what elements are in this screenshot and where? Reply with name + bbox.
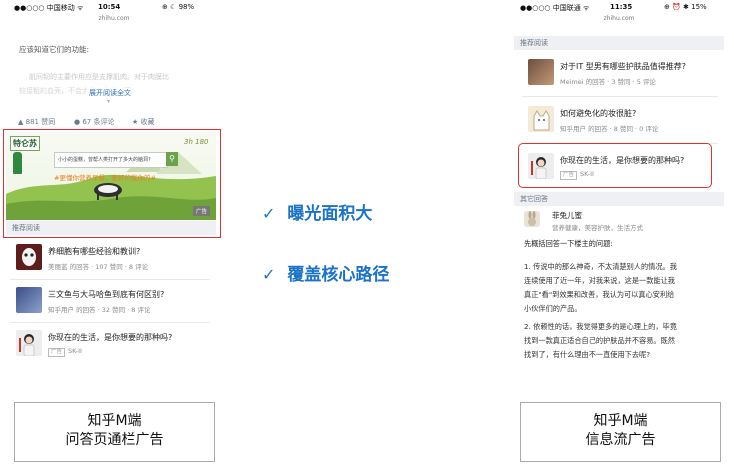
article-lead: 应该知道它们的功能: [19, 45, 90, 54]
answer-body: 1. 传说中的那么神奇，不太清楚别人的情况。我 连续使用了近一年，对我来说，这是… [524, 260, 677, 362]
fish-thumbnail [16, 287, 42, 313]
feed-item-title: 三文鱼与大马哈鱼到底有何区别? [48, 290, 165, 299]
ad-label: 广告 [48, 348, 66, 357]
url-bar[interactable]: zhihu.com [0, 14, 228, 24]
checkmark-icon: ✓ [262, 265, 276, 284]
feed-item-title: 养细胞有哪些经验和教训? [48, 247, 141, 256]
feed-item-meta: 美丽蓝 的回答 · 107 赞同 · 8 评论 [48, 263, 149, 271]
author-avatar[interactable] [524, 211, 540, 227]
answer-line: 小伙伴们的产品。 [524, 304, 582, 313]
feed-item-meta: 广告 SK-II [48, 347, 82, 357]
battery-status: ⊕ ☾ 98% [162, 3, 195, 11]
other-answers-header: 其它回答 [514, 192, 724, 206]
url-bar[interactable]: zhihu.com [514, 14, 724, 24]
recommend-header: 推荐阅读 [514, 36, 724, 50]
caption-line: 问答页通栏广告 [65, 432, 164, 448]
carrier-label: ●●○○○ 中国移动 ᯤ [14, 4, 84, 12]
benefit-coverage: ✓ 覆盖核心路径 [262, 260, 389, 285]
right-phone-screenshot: ●●○○○ 中国联通 ᯤ 11:35 ⊕ ⏰ ✱ 15% zhihu.com 推… [514, 0, 724, 390]
carrier-label: ●●○○○ 中国联通 ᯤ [520, 4, 590, 12]
star-icon: ★ [132, 118, 141, 126]
author-bio: 营养健康，美容护肤，生活方式 [552, 224, 643, 232]
feed-item[interactable]: 对于IT 型男有哪些护肤品值得推荐? Meimei 的回答 · 3 赞同 · 5… [522, 52, 718, 97]
feed-item-title: 你现在的生活，是你想要的那种吗? [48, 333, 173, 342]
clock: 10:54 [98, 3, 121, 11]
expand-full-text-link[interactable]: 展开阅读全文 [86, 88, 134, 98]
cat-icon [533, 110, 550, 131]
benefit-text: 曝光面积大 [287, 204, 373, 224]
feed-item-title: 如何避免化的妆很脏? [560, 109, 637, 118]
answer-line: 1. 传说中的那么神奇，不太清楚别人的情况。我 [524, 262, 677, 271]
feed-item[interactable]: 养细胞有哪些经验和教训? 美丽蓝 的回答 · 107 赞同 · 8 评论 [10, 237, 210, 280]
portrait-icon [19, 334, 35, 357]
chevron-down-icon[interactable]: ▾ [107, 98, 110, 105]
caption-line: 知乎M端 [87, 413, 142, 429]
man-portrait-thumbnail [528, 59, 554, 85]
sponsored-feed-item[interactable]: 你现在的生活，是你想要的那种吗? 广告 SK-II [10, 323, 210, 365]
battery-status: ⊕ ⏰ ✱ 15% [664, 3, 707, 11]
article-faded-line: 肌间韧的主要作用应是支撑肌肉。对于肉膜比 [29, 73, 169, 81]
answer-line: 找到一款真正适合自己的护肤品并不容易。既然 [524, 336, 675, 345]
mask-icon [22, 248, 36, 266]
woman-portrait-thumbnail [16, 330, 42, 357]
status-bar: ●●○○○ 中国联通 ᯤ 11:35 ⊕ ⏰ ✱ 15% [514, 0, 724, 14]
caption-line: 知乎M端 [593, 413, 648, 429]
answer-line: 找到了，有什么理由不一直使用下去呢? [524, 350, 651, 359]
clock: 11:35 [610, 3, 633, 11]
author-name[interactable]: 菲兔儿蜜 [552, 210, 582, 221]
upvote-count[interactable]: ▲ 881 赞同 [18, 117, 55, 127]
benefit-text: 覆盖核心路径 [287, 265, 390, 285]
rabbit-icon [528, 211, 536, 226]
answer-line: 真正"看"到效果和改善，我认为可以真心安利给 [524, 290, 675, 299]
feed-item-meta: 知乎用户 的回答 · 32 赞同 · 8 评论 [48, 306, 151, 314]
feed-item[interactable]: 如何避免化的妆很脏? 知乎用户 的回答 · 8 赞同 · 0 评论 [522, 99, 718, 144]
feed-item[interactable]: 三文鱼与大马哈鱼到底有何区别? 知乎用户 的回答 · 32 赞同 · 8 评论 [10, 280, 210, 323]
answer-line: 2. 依赖性的话，我觉得更多的是心理上的，毕竟 [524, 322, 677, 331]
feed-item-meta: 知乎用户 的回答 · 8 赞同 · 0 评论 [560, 125, 659, 133]
feed-item-title: 对于IT 型男有哪些护肤品值得推荐? [560, 62, 687, 71]
right-caption-box: 知乎M端 信息流广告 [520, 402, 721, 462]
feed-ad-highlight-frame [518, 143, 712, 188]
upvote-icon: ▲ [18, 118, 26, 126]
favorite-button[interactable]: ★ 收藏 [132, 117, 155, 127]
advertiser-name: SK-II [68, 347, 82, 355]
left-caption-box: 知乎M端 问答页通栏广告 [14, 402, 215, 462]
status-bar: ●●○○○ 中国移动 ᯤ 10:54 ⊕ ☾ 98% [0, 0, 228, 14]
cat-illustration-thumbnail [528, 106, 554, 132]
checkmark-icon: ✓ [262, 204, 276, 223]
comment-count[interactable]: ● 67 条评论 [74, 117, 114, 127]
answer-lead: 先概括回答一下楼主的问题: [524, 239, 613, 248]
banner-highlight-frame [3, 129, 221, 238]
benefit-exposure: ✓ 曝光面积大 [262, 199, 372, 224]
feed-item-meta: Meimei 的回答 · 3 赞同 · 5 评论 [560, 78, 656, 86]
mask-thumbnail [16, 244, 42, 270]
caption-line: 信息流广告 [585, 432, 656, 448]
answer-line: 连续使用了近一年，对我来说，这是一款能让我 [524, 276, 675, 285]
